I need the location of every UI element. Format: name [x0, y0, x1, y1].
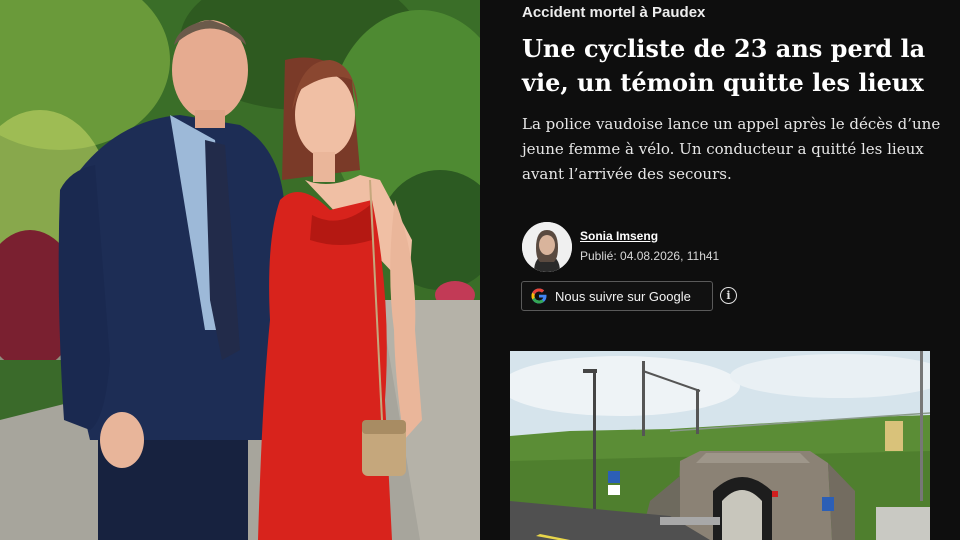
article-headline[interactable]: Une cycliste de 23 ans perd la vie, un t… — [522, 32, 942, 100]
follow-button-label: Nous suivre sur Google — [555, 288, 691, 304]
info-icon[interactable]: i — [720, 287, 737, 304]
news-article: Accident mortel à Paudex Une cycliste de… — [480, 0, 960, 540]
couple-photo — [0, 0, 480, 540]
article-lead: La police vaudoise lance un appel après … — [522, 115, 941, 183]
author-avatar[interactable] — [522, 222, 572, 272]
author-name-link[interactable]: Sonia Imseng — [580, 229, 658, 243]
follow-on-google-button[interactable]: Nous suivre sur Google — [521, 281, 713, 311]
google-logo-icon — [531, 288, 547, 304]
publish-date: Publié: 04.08.2026, 11h41 — [580, 249, 720, 263]
article-kicker: Accident mortel à Paudex — [522, 4, 706, 21]
accident-location-photo[interactable] — [510, 351, 930, 540]
couple-photo-illustration — [0, 0, 480, 540]
author-portrait — [522, 222, 572, 272]
underpass-illustration — [510, 351, 930, 540]
